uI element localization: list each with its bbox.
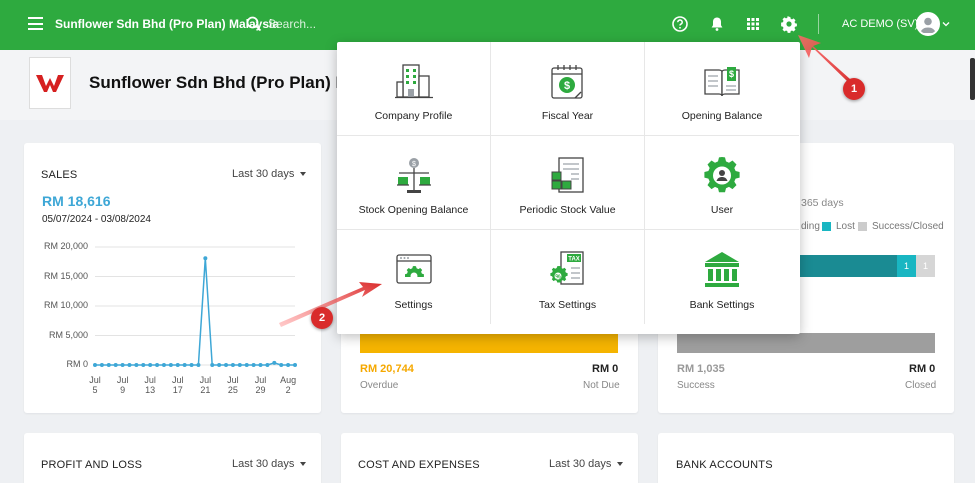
menu-item-opening-balance[interactable]: $ Opening Balance	[645, 42, 799, 136]
menu-item-label: Fiscal Year	[541, 110, 594, 122]
success-label: Success	[677, 380, 715, 391]
page-title: Sunflower Sdn Bhd (Pro Plan) Mal	[89, 73, 349, 92]
gear-icon[interactable]	[780, 15, 798, 33]
legend-success-label: Success/Closed	[872, 221, 944, 232]
help-icon[interactable]	[671, 15, 689, 33]
page-scrollbar[interactable]	[970, 58, 975, 100]
stock-report-icon	[551, 157, 584, 193]
x-tick-label: Jul 29	[254, 375, 267, 395]
menu-item-bank-settings[interactable]: Bank Settings	[645, 230, 799, 324]
x-tick-label: Jul 9	[116, 375, 129, 395]
bell-icon[interactable]	[708, 15, 726, 33]
svg-text:TAX: TAX	[568, 257, 580, 263]
ledger-book-icon: $	[704, 67, 740, 97]
y-tick-label: RM 0	[66, 359, 88, 369]
menu-item-stock-opening-balance[interactable]: $ Stock Opening Balance	[337, 136, 491, 230]
overdue-bar	[360, 333, 618, 353]
y-tick-label: RM 20,000	[43, 241, 88, 251]
sales-title: SALES	[41, 169, 78, 181]
overdue-amount: RM 20,744	[360, 363, 414, 375]
svg-text:$: $	[564, 80, 570, 92]
y-tick-label: RM 5,000	[48, 329, 88, 340]
menu-item-company-profile[interactable]: Company Profile	[337, 42, 491, 136]
menu-item-label: Stock Opening Balance	[358, 204, 469, 216]
user-avatar-icon	[920, 17, 936, 33]
menu-item-user[interactable]: User	[645, 136, 799, 230]
settings-dropdown-menu: Company Profile $ Fiscal Year $ Opening …	[337, 42, 800, 334]
notdue-label: Not Due	[583, 380, 620, 391]
legend-success-swatch	[858, 222, 867, 231]
sales-amount: RM 18,616	[42, 193, 111, 209]
apps-grid-icon[interactable]	[744, 15, 762, 33]
x-tick-label: Aug 2	[280, 375, 297, 395]
annotation-marker-2: 2	[311, 307, 333, 329]
menu-item-tax-settings[interactable]: TAX % Tax Settings	[491, 230, 645, 324]
overdue-label: Overdue	[360, 380, 399, 391]
cost-period-label: Last 30 days	[549, 458, 612, 470]
caret-down-icon	[300, 462, 307, 467]
sales-date-range: 05/07/2024 - 03/08/2024	[42, 214, 151, 225]
x-tick-label: Jul 25	[227, 375, 239, 395]
x-tick-label: Jul 17	[171, 375, 184, 395]
profit-period-dropdown[interactable]: Last 30 days	[232, 458, 307, 470]
svg-text:$: $	[412, 161, 416, 168]
topbar-divider	[818, 14, 819, 34]
sales-period-dropdown[interactable]: Last 30 days	[232, 168, 307, 180]
y-tick-label: RM 15,000	[43, 270, 88, 281]
x-tick-label: Jul 21	[199, 375, 212, 395]
company-logo-icon	[36, 75, 64, 92]
search-input[interactable]	[268, 14, 468, 34]
menu-item-label: User	[710, 204, 734, 216]
bank-accounts-card	[658, 433, 954, 483]
scale-boxes-icon: $	[397, 158, 431, 193]
menu-item-label: Settings	[394, 299, 433, 311]
menu-item-label: Opening Balance	[681, 110, 763, 122]
annotation-marker-1: 1	[843, 78, 865, 100]
lost-bar-segment: 1	[897, 255, 916, 277]
profit-loss-title: PROFIT AND LOSS	[41, 459, 143, 471]
success-amount: RM 1,035	[677, 363, 725, 375]
calendar-dollar-icon: $	[551, 65, 583, 99]
settings-window-icon	[396, 254, 432, 284]
avatar[interactable]	[916, 12, 940, 36]
closed-amount: RM 0	[909, 363, 936, 375]
closed-label: Closed	[905, 380, 937, 391]
x-tick-label: Jul 13	[144, 375, 156, 395]
y-tick-label: RM 10,000	[43, 300, 88, 310]
caret-down-icon	[617, 462, 624, 467]
company-logo	[29, 57, 71, 109]
chevron-down-icon[interactable]	[941, 19, 951, 29]
success-bar-segment: 1	[916, 255, 935, 277]
menu-item-label: Bank Settings	[689, 299, 755, 311]
notdue-amount: RM 0	[592, 363, 619, 375]
caret-down-icon	[300, 172, 307, 177]
search-icon[interactable]	[246, 16, 262, 32]
building-icon	[395, 64, 433, 99]
user-name[interactable]: AC DEMO (SV)	[842, 18, 918, 30]
svg-text:$: $	[729, 69, 734, 79]
tax-document-icon: TAX %	[550, 251, 584, 285]
menu-item-fiscal-year[interactable]: $ Fiscal Year	[491, 42, 645, 136]
sales-period-label: Last 30 days	[232, 168, 295, 180]
menu-item-periodic-stock-value[interactable]: Periodic Stock Value	[491, 136, 645, 230]
cost-expenses-title: COST AND EXPENSES	[358, 459, 480, 471]
legend-pending-label: ding	[801, 221, 820, 232]
bank-icon	[705, 252, 739, 287]
user-gear-icon	[704, 157, 740, 193]
svg-text:%: %	[555, 275, 561, 281]
menu-item-label: Company Profile	[374, 110, 453, 122]
menu-item-settings[interactable]: Settings	[337, 230, 491, 324]
legend-lost-swatch	[822, 222, 831, 231]
x-tick-label: Jul 5	[89, 375, 101, 395]
bank-accounts-title: BANK ACCOUNTS	[676, 459, 773, 471]
menu-item-label: Tax Settings	[538, 299, 597, 311]
success-bar	[677, 333, 935, 353]
legend-lost-label: Lost	[836, 221, 855, 232]
cost-period-dropdown[interactable]: Last 30 days	[549, 458, 624, 470]
menu-item-label: Periodic Stock Value	[519, 204, 616, 216]
hamburger-menu-icon[interactable]	[28, 17, 43, 30]
period-days-text: 365 days	[801, 197, 844, 209]
profit-period-label: Last 30 days	[232, 458, 295, 470]
